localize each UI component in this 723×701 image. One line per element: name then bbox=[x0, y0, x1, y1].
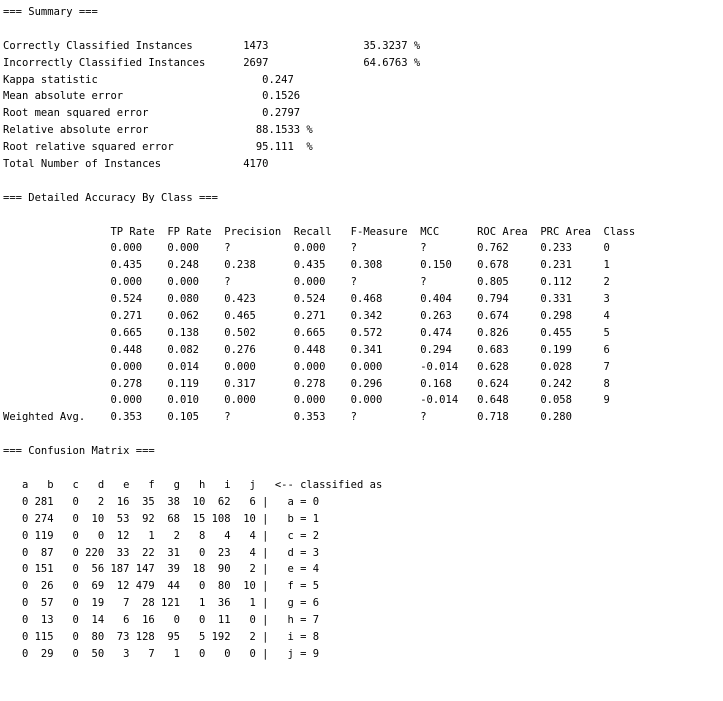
summary-line-incorrect: Incorrectly Classified Instances 2697 64… bbox=[3, 56, 421, 69]
confusion-matrix-heading: === Confusion Matrix === bbox=[3, 445, 155, 458]
summary-line-rmse: Root mean squared error 0.2797 bbox=[3, 107, 301, 120]
class-row-9: 0.000 0.010 0.000 0.000 0.000 -0.014 0.6… bbox=[3, 394, 610, 407]
detailed-accuracy-header-row: TP Rate FP Rate Precision Recall F-Measu… bbox=[3, 225, 636, 238]
class-row-6: 0.448 0.082 0.276 0.448 0.341 0.294 0.68… bbox=[3, 343, 610, 356]
confusion-row-j: 0 29 0 50 3 7 1 0 0 0 | j = 9 bbox=[3, 647, 320, 660]
confusion-row-g: 0 57 0 19 7 28 121 1 36 1 | g = 6 bbox=[3, 597, 320, 610]
confusion-row-f: 0 26 0 69 12 479 44 0 80 10 | f = 5 bbox=[3, 580, 320, 593]
confusion-row-e: 0 151 0 56 187 147 39 18 90 2 | e = 4 bbox=[3, 563, 320, 576]
confusion-row-d: 0 87 0 220 33 22 31 0 23 4 | d = 3 bbox=[3, 546, 320, 559]
confusion-row-b: 0 274 0 10 53 92 68 15 108 10 | b = 1 bbox=[3, 512, 320, 525]
class-row-0: 0.000 0.000 ? 0.000 ? ? 0.762 0.233 0 bbox=[3, 242, 610, 255]
class-row-2: 0.000 0.000 ? 0.000 ? ? 0.805 0.112 2 bbox=[3, 276, 610, 289]
classifier-output-text: === Summary === Correctly Classified Ins… bbox=[3, 4, 635, 663]
summary-line-rrse: Root relative squared error 95.111 % bbox=[3, 141, 313, 154]
summary-line-kappa: Kappa statistic 0.247 bbox=[3, 73, 294, 86]
confusion-row-c: 0 119 0 0 12 1 2 8 4 4 | c = 2 bbox=[3, 529, 320, 542]
class-row-3: 0.524 0.080 0.423 0.524 0.468 0.404 0.79… bbox=[3, 293, 610, 306]
class-row-1: 0.435 0.248 0.238 0.435 0.308 0.150 0.67… bbox=[3, 259, 610, 272]
confusion-matrix-header-row: a b c d e f g h i j <-- classified as bbox=[3, 478, 383, 491]
summary-line-total: Total Number of Instances 4170 bbox=[3, 158, 269, 171]
confusion-row-i: 0 115 0 80 73 128 95 5 192 2 | i = 8 bbox=[3, 630, 320, 643]
summary-line-rae: Relative absolute error 88.1533 % bbox=[3, 124, 313, 137]
class-row-7: 0.000 0.014 0.000 0.000 0.000 -0.014 0.6… bbox=[3, 360, 610, 373]
summary-line-mae: Mean absolute error 0.1526 bbox=[3, 90, 301, 103]
confusion-row-h: 0 13 0 14 6 16 0 0 11 0 | h = 7 bbox=[3, 614, 320, 627]
class-row-8: 0.278 0.119 0.317 0.278 0.296 0.168 0.62… bbox=[3, 377, 610, 390]
detailed-accuracy-heading: === Detailed Accuracy By Class === bbox=[3, 191, 218, 204]
confusion-row-a: 0 281 0 2 16 35 38 10 62 6 | a = 0 bbox=[3, 495, 320, 508]
summary-heading: === Summary === bbox=[3, 6, 98, 18]
summary-line-correct: Correctly Classified Instances 1473 35.3… bbox=[3, 39, 421, 52]
class-row-4: 0.271 0.062 0.465 0.271 0.342 0.263 0.67… bbox=[3, 310, 610, 323]
weighted-avg-row: Weighted Avg. 0.353 0.105 ? 0.353 ? ? 0.… bbox=[3, 411, 572, 424]
class-row-5: 0.665 0.138 0.502 0.665 0.572 0.474 0.82… bbox=[3, 326, 610, 339]
